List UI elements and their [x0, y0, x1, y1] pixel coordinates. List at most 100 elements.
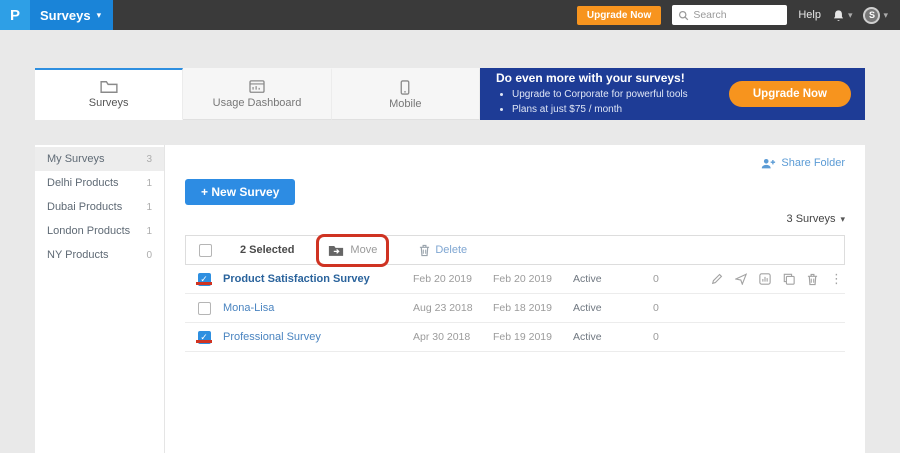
avatar: S — [863, 7, 880, 24]
promo-bullet: Upgrade to Corporate for powerful tools — [512, 87, 729, 103]
promo-bullets: Upgrade to Corporate for powerful tools … — [496, 87, 729, 118]
folder-label: My Surveys — [47, 153, 104, 165]
sidebar-item-delhi-products[interactable]: Delhi Products 1 — [35, 171, 164, 195]
responses-count: 0 — [649, 331, 695, 343]
surveys-content: Share Folder + New Survey 3 Surveys ▾ 2 … — [165, 145, 865, 453]
tab-bar: Surveys Usage Dashboard Mobile — [35, 68, 480, 120]
search-box[interactable] — [672, 5, 787, 25]
tab-label: Surveys — [89, 97, 129, 109]
responses-count: 0 — [649, 302, 695, 314]
folder-count: 0 — [146, 250, 152, 261]
tabs-banner-row: Surveys Usage Dashboard Mobile Do even m… — [35, 68, 865, 120]
folder-count: 1 — [146, 202, 152, 213]
new-survey-button[interactable]: + New Survey — [185, 179, 295, 205]
folder-count: 3 — [146, 154, 152, 165]
send-icon[interactable] — [735, 273, 747, 285]
bell-icon — [832, 9, 845, 22]
table-row: ✓ Professional Survey Apr 30 2018 Feb 19… — [185, 323, 845, 352]
table-row: ✓ Product Satisfaction Survey Feb 20 201… — [185, 265, 845, 294]
top-bar: P Surveys ▾ Upgrade Now Help ▾ S ▾ — [0, 0, 900, 30]
row-checkbox-cell — [185, 302, 223, 315]
chevron-down-icon: ▾ — [97, 11, 102, 20]
duplicate-copy-icon[interactable] — [783, 273, 795, 285]
responses-count: 0 — [649, 273, 695, 285]
folder-label: Delhi Products — [47, 177, 119, 189]
move-label: Move — [350, 244, 377, 256]
share-folder-label: Share Folder — [781, 157, 845, 169]
status-label: Active — [573, 273, 649, 285]
folder-count: 1 — [146, 178, 152, 189]
search-input[interactable] — [693, 9, 781, 21]
sidebar-item-dubai-products[interactable]: Dubai Products 1 — [35, 195, 164, 219]
folder-label: NY Products — [47, 249, 109, 261]
tab-surveys[interactable]: Surveys — [35, 68, 183, 120]
sidebar-item-london-products[interactable]: London Products 1 — [35, 219, 164, 243]
chevron-down-icon: ▾ — [840, 215, 845, 224]
banner-upgrade-button[interactable]: Upgrade Now — [729, 81, 851, 107]
selected-count-label: 2 Selected — [240, 244, 294, 256]
modified-date: Feb 19 2019 — [493, 331, 573, 343]
tab-label: Mobile — [389, 98, 421, 110]
tab-usage-dashboard[interactable]: Usage Dashboard — [183, 68, 331, 120]
dashboard-icon — [249, 80, 265, 94]
share-folder-link[interactable]: Share Folder — [760, 157, 845, 170]
mobile-icon — [400, 80, 410, 95]
survey-title-link[interactable]: Mona-Lisa — [223, 302, 413, 314]
bulk-action-toolbar: 2 Selected Move Delete — [185, 235, 845, 265]
surveys-count-dropdown[interactable]: 3 Surveys ▾ — [185, 205, 845, 233]
surveys-app: P Surveys ▾ Upgrade Now Help ▾ S ▾ — [0, 0, 900, 453]
chevron-down-icon: ▾ — [883, 11, 888, 20]
stats-chart-icon[interactable] — [759, 273, 771, 285]
move-button[interactable]: Move — [320, 240, 385, 261]
row-checkbox-cell: ✓ — [185, 331, 223, 344]
folders-sidebar: My Surveys 3 Delhi Products 1 Dubai Prod… — [35, 145, 165, 453]
trash-icon — [419, 244, 430, 257]
sidebar-item-ny-products[interactable]: NY Products 0 — [35, 243, 164, 267]
survey-title-link[interactable]: Product Satisfaction Survey — [223, 273, 413, 285]
more-options-kebab-icon[interactable]: ⋮ — [830, 271, 843, 287]
notifications-menu[interactable]: ▾ — [832, 9, 853, 22]
app-logo[interactable]: P — [0, 0, 30, 30]
row-checkbox-cell: ✓ — [185, 273, 223, 286]
status-label: Active — [573, 331, 649, 343]
promo-title: Do even more with your surveys! — [496, 71, 729, 85]
chevron-down-icon: ▾ — [848, 11, 853, 20]
created-date: Aug 23 2018 — [413, 302, 493, 314]
row-actions: ⋮ — [695, 271, 845, 287]
topbar-right: Upgrade Now Help ▾ S ▾ — [577, 5, 900, 25]
search-icon — [678, 10, 689, 21]
folder-count: 1 — [146, 226, 152, 237]
delete-button[interactable]: Delete — [419, 244, 467, 257]
promo-banner: Do even more with your surveys! Upgrade … — [480, 68, 865, 120]
modified-date: Feb 20 2019 — [493, 273, 573, 285]
promo-bullet: Plans at just $75 / month — [512, 102, 729, 118]
new-survey-label: New Survey — [211, 185, 279, 199]
table-row: Mona-Lisa Aug 23 2018 Feb 18 2019 Active… — [185, 294, 845, 323]
promo-text: Do even more with your surveys! Upgrade … — [496, 71, 729, 118]
folder-icon — [100, 80, 118, 94]
row-checkbox[interactable] — [198, 302, 211, 315]
select-all-checkbox[interactable] — [199, 244, 212, 257]
surveys-menu-label: Surveys — [40, 8, 91, 23]
tab-mobile[interactable]: Mobile — [332, 68, 480, 120]
annotation-underline — [196, 340, 212, 343]
account-menu[interactable]: S ▾ — [863, 7, 888, 24]
sidebar-item-my-surveys[interactable]: My Surveys 3 — [35, 147, 164, 171]
delete-label: Delete — [435, 244, 467, 256]
upgrade-now-button[interactable]: Upgrade Now — [577, 6, 661, 25]
share-people-icon — [760, 157, 776, 170]
folder-label: Dubai Products — [47, 201, 122, 213]
main-panel: My Surveys 3 Delhi Products 1 Dubai Prod… — [35, 145, 865, 453]
edit-pencil-icon[interactable] — [711, 273, 723, 285]
help-link[interactable]: Help — [798, 9, 821, 21]
annotation-underline — [196, 282, 212, 285]
move-folder-icon — [328, 244, 344, 257]
survey-title-link[interactable]: Professional Survey — [223, 331, 413, 343]
surveys-menu[interactable]: Surveys ▾ — [30, 0, 113, 30]
trash-icon[interactable] — [807, 273, 818, 286]
plus-icon: + — [201, 185, 208, 199]
status-label: Active — [573, 302, 649, 314]
created-date: Feb 20 2019 — [413, 273, 493, 285]
modified-date: Feb 18 2019 — [493, 302, 573, 314]
surveys-count-label: 3 Surveys — [787, 213, 836, 225]
